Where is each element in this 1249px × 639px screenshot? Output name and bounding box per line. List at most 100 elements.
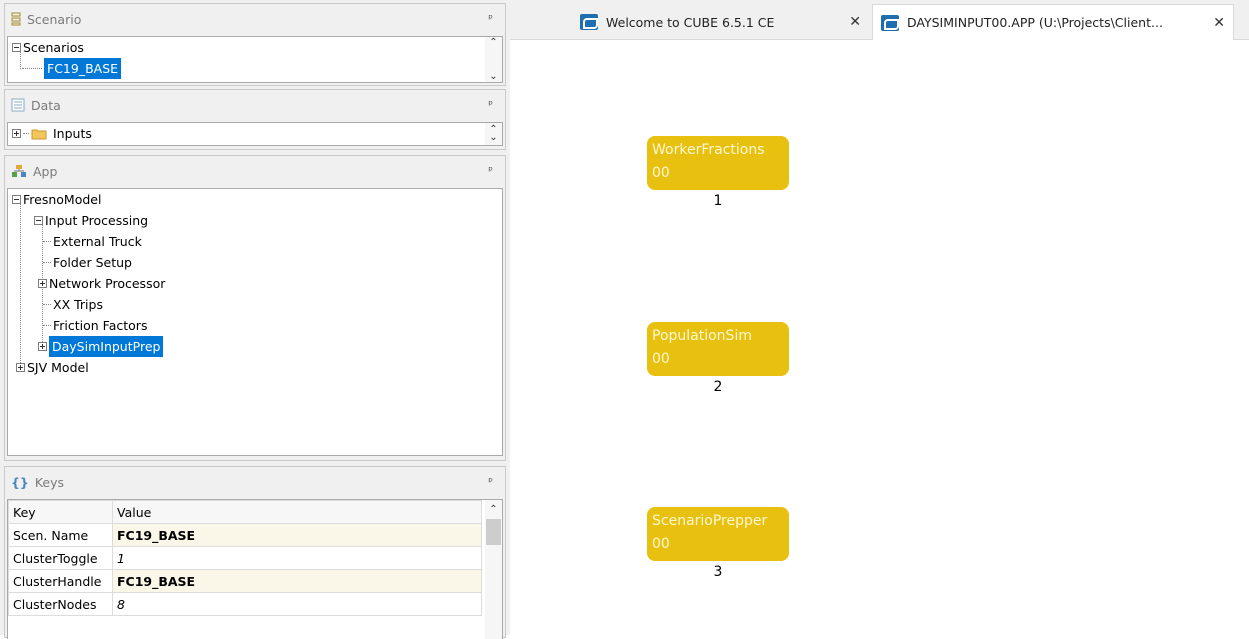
node-number: 1 (713, 193, 723, 209)
app-icon (12, 165, 26, 177)
data-panel-title: Data (31, 97, 61, 113)
tree-label: SJV Model (27, 360, 89, 375)
table-row[interactable]: ClusterNodes 8 (8, 592, 482, 616)
tree-label: Folder Setup (53, 255, 132, 270)
scenario-panel: Scenario ᵖ Scenarios FC19_BASE ⌃ ⌄ (4, 3, 506, 86)
tree-label: Inputs (53, 126, 92, 141)
tree-label: DaySimInputPrep (49, 336, 164, 357)
scroll-down-icon[interactable]: ⌄ (489, 133, 497, 143)
node-code: 00 (652, 165, 670, 181)
program-node[interactable]: PopulationSim 00 (647, 322, 789, 376)
close-icon[interactable]: ✕ (849, 14, 861, 30)
tree-item-friction-factors[interactable]: Friction Factors (43, 315, 147, 336)
tree-label: FresnoModel (23, 192, 102, 207)
scroll-up-icon[interactable]: ⌃ (489, 37, 497, 48)
expand-icon[interactable] (38, 279, 47, 288)
expand-icon[interactable] (12, 129, 21, 138)
tab-welcome[interactable]: Welcome to CUBE 6.5.1 CE ✕ (575, 4, 869, 40)
scroll-up-icon[interactable]: ⌃ (489, 504, 497, 515)
table-header-row: Key Value (8, 500, 482, 524)
tab-label: Welcome to CUBE 6.5.1 CE (606, 14, 775, 30)
scrollbar[interactable]: ⌃ ⌄ (485, 123, 502, 145)
app-panel: App ᵖ FresnoModel Input Processing Exter… (4, 155, 506, 461)
tab-label: DAYSIMINPUT00.APP (U:\Projects\Client... (907, 15, 1163, 30)
app-canvas[interactable]: WorkerFractions 00 1 PopulationSim 00 2 … (510, 41, 1249, 635)
document-icon (11, 98, 25, 112)
pin-icon[interactable]: ᵖ (488, 475, 493, 488)
tree-item-daysim-input-prep[interactable]: DaySimInputPrep (38, 336, 164, 357)
cube-icon (881, 14, 899, 31)
tree-label: External Truck (53, 234, 142, 249)
tree-item-network-processor[interactable]: Network Processor (38, 273, 165, 294)
tree-item-fresnomodel[interactable]: FresnoModel (12, 189, 101, 210)
scrollbar[interactable]: ⌃ (485, 500, 502, 639)
braces-icon: {} (11, 474, 29, 490)
key-cell: ClusterToggle (8, 546, 113, 570)
scrollbar[interactable]: ⌃ ⌄ (485, 37, 502, 82)
data-panel-header: Data ᵖ (5, 90, 505, 120)
keys-panel: {} Keys ᵖ Key Value Scen. Name FC19_BASE… (4, 466, 506, 639)
key-cell: Scen. Name (8, 523, 113, 547)
table-row[interactable]: Scen. Name FC19_BASE (8, 523, 482, 547)
column-header-value[interactable]: Value (112, 500, 482, 524)
tree-item-input-processing[interactable]: Input Processing (34, 210, 148, 231)
node-name: PopulationSim (652, 328, 752, 344)
keys-panel-header: {} Keys ᵖ (5, 467, 505, 497)
key-cell: ClusterHandle (8, 569, 113, 593)
node-name: ScenarioPrepper (652, 513, 768, 529)
tree-label: Friction Factors (53, 318, 148, 333)
expand-icon[interactable] (38, 342, 47, 351)
left-pane: Scenario ᵖ Scenarios FC19_BASE ⌃ ⌄ Data … (0, 0, 510, 639)
tree-label: Network Processor (49, 276, 166, 291)
scenario-tree[interactable]: Scenarios FC19_BASE ⌃ ⌄ (7, 36, 503, 83)
tree-label: Input Processing (45, 213, 149, 228)
keys-grid[interactable]: Key Value Scen. Name FC19_BASE ClusterTo… (7, 499, 503, 639)
keys-panel-title: Keys (34, 474, 64, 490)
collapse-icon[interactable] (12, 195, 21, 204)
tree-item-external-truck[interactable]: External Truck (43, 231, 142, 252)
tree-item-sjv-model[interactable]: SJV Model (16, 357, 89, 378)
pin-icon[interactable]: ᵖ (488, 164, 493, 177)
tree-label: XX Trips (53, 297, 103, 312)
tree-item-fc19-base[interactable]: FC19_BASE (22, 58, 122, 79)
value-cell[interactable]: FC19_BASE (112, 569, 482, 593)
app-tree[interactable]: FresnoModel Input Processing External Tr… (7, 188, 503, 456)
data-tree[interactable]: Inputs ⌃ ⌄ (7, 122, 503, 146)
tree-item-inputs[interactable]: Inputs (12, 123, 92, 144)
scenario-panel-header: Scenario ᵖ (5, 4, 505, 34)
tree-label: Scenarios (23, 40, 84, 55)
expand-icon[interactable] (16, 363, 25, 372)
node-number: 3 (713, 564, 723, 580)
pin-icon[interactable]: ᵖ (488, 12, 493, 25)
scenario-panel-title: Scenario (27, 11, 82, 27)
table-row[interactable]: ClusterToggle 1 (8, 546, 482, 570)
keys-table: Key Value Scen. Name FC19_BASE ClusterTo… (8, 500, 482, 616)
tree-item-scenarios[interactable]: Scenarios (12, 37, 84, 58)
scroll-thumb[interactable] (486, 519, 501, 545)
close-icon[interactable]: ✕ (1213, 15, 1225, 31)
tab-daysiminput[interactable]: DAYSIMINPUT00.APP (U:\Projects\Client...… (872, 4, 1234, 40)
value-cell[interactable]: FC19_BASE (112, 523, 482, 547)
node-code: 00 (652, 536, 670, 552)
scroll-down-icon[interactable]: ⌄ (489, 71, 497, 82)
value-cell[interactable]: 8 (112, 592, 482, 616)
pin-icon[interactable]: ᵖ (488, 98, 493, 111)
document-tabbar: Welcome to CUBE 6.5.1 CE ✕ DAYSIMINPUT00… (510, 0, 1249, 40)
tree-item-xx-trips[interactable]: XX Trips (43, 294, 103, 315)
app-panel-title: App (33, 163, 58, 179)
table-row[interactable]: ClusterHandle FC19_BASE (8, 569, 482, 593)
collapse-icon[interactable] (34, 216, 43, 225)
tree-item-folder-setup[interactable]: Folder Setup (43, 252, 132, 273)
program-node[interactable]: WorkerFractions 00 (647, 136, 789, 190)
node-code: 00 (652, 351, 670, 367)
tree-label: FC19_BASE (44, 58, 122, 79)
key-cell: ClusterNodes (8, 592, 113, 616)
column-header-key[interactable]: Key (8, 500, 113, 524)
cube-icon (580, 14, 598, 30)
node-number: 2 (713, 379, 723, 395)
node-name: WorkerFractions (652, 142, 765, 158)
program-node[interactable]: ScenarioPrepper 00 (647, 507, 789, 561)
scenario-icon (11, 12, 21, 26)
value-cell[interactable]: 1 (112, 546, 482, 570)
app-panel-header: App ᵖ (5, 156, 505, 186)
